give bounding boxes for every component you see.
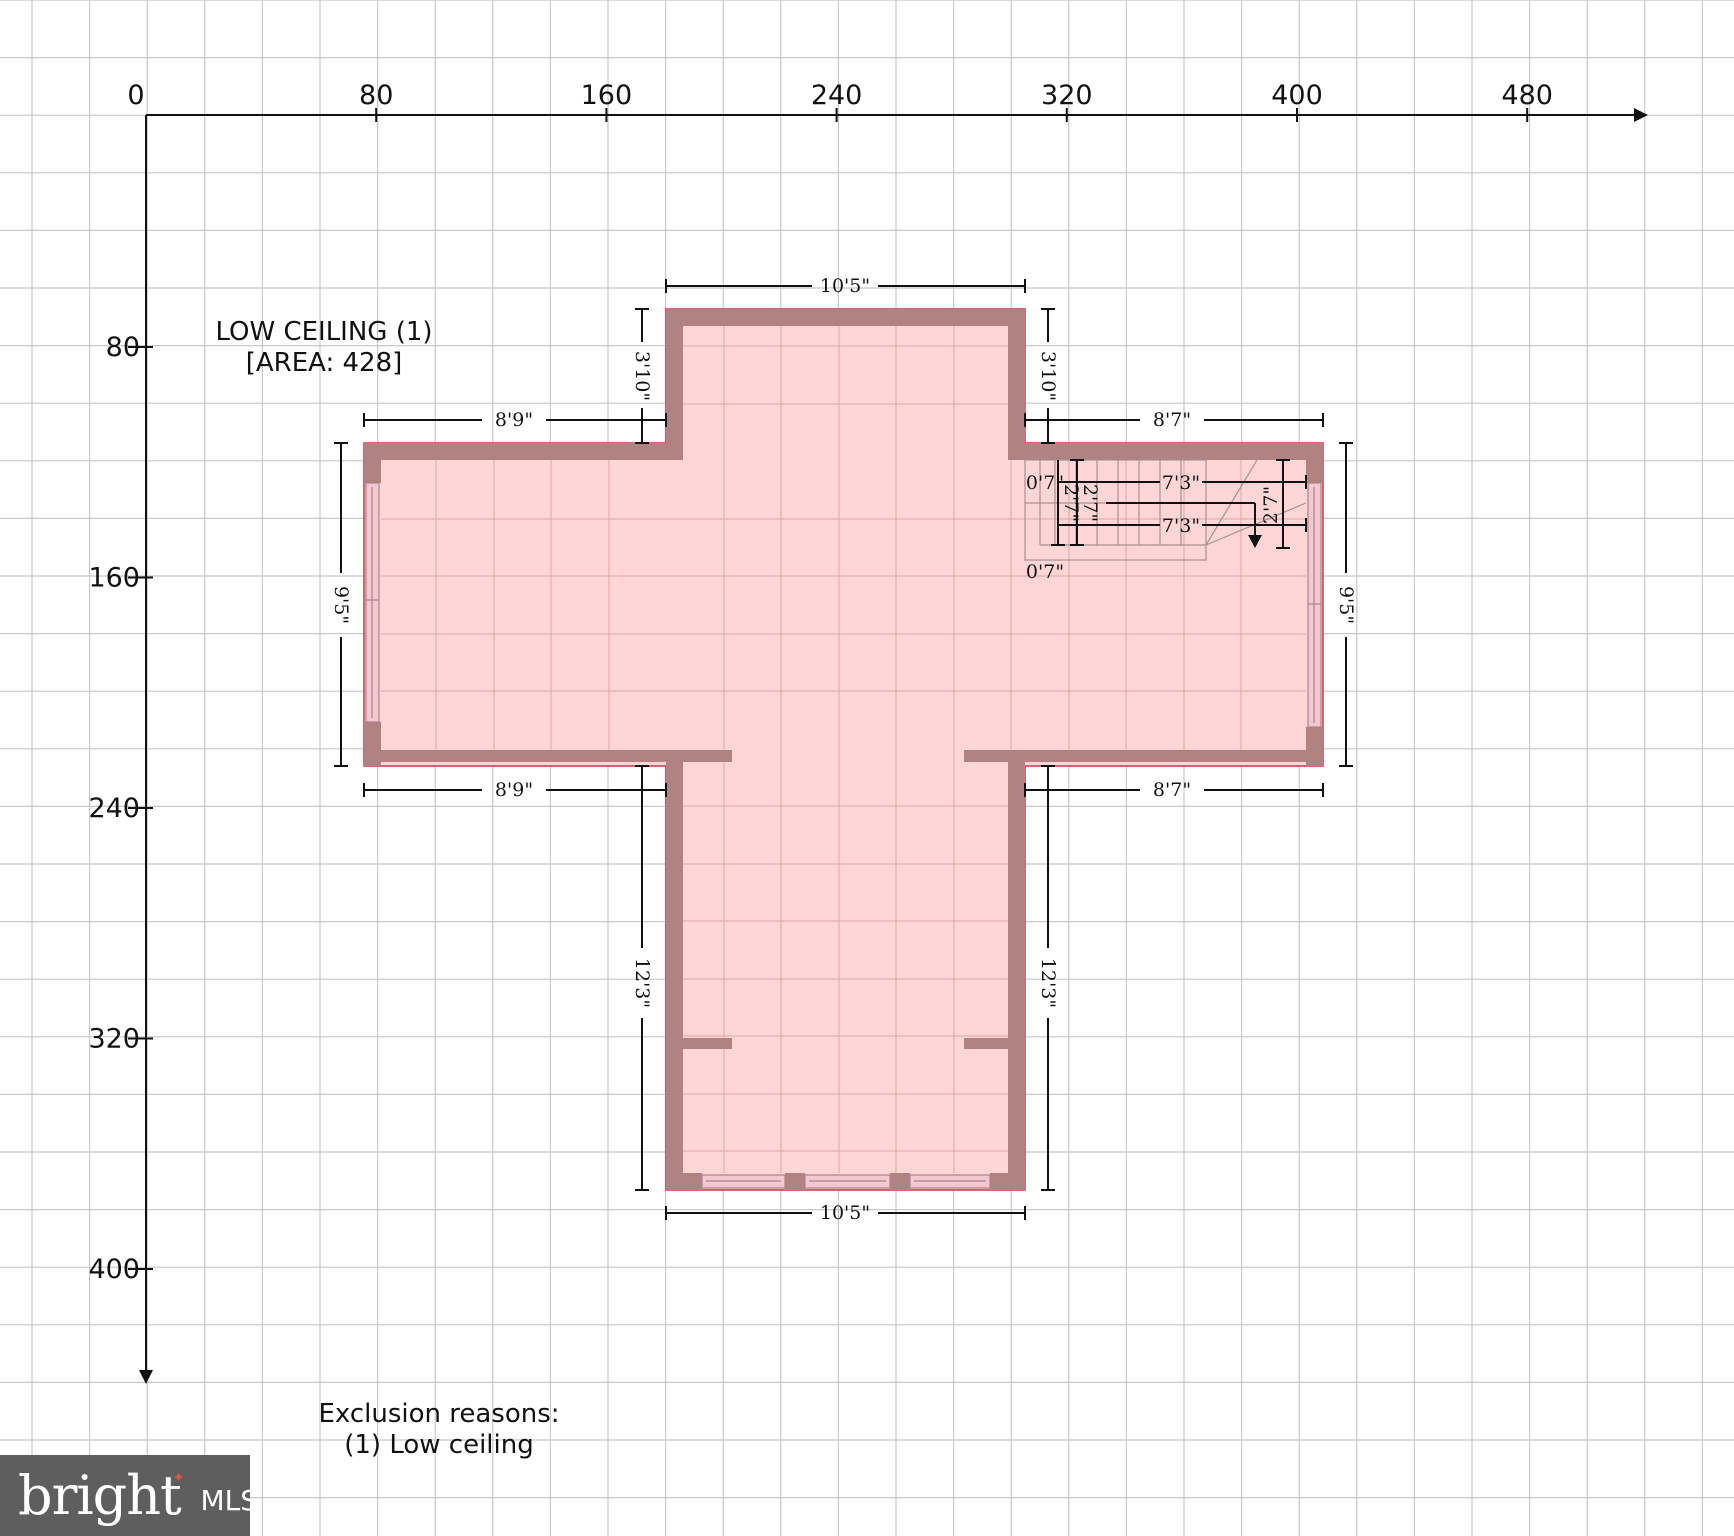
dim-lower-left-height: 12'3" bbox=[631, 958, 653, 1008]
wall-right-top bbox=[1008, 443, 1323, 460]
dim-stair-offset-bottom: 0'7" bbox=[1026, 561, 1064, 583]
dim-right-side: 9'5" bbox=[1335, 586, 1357, 624]
wall-partition-left bbox=[683, 1038, 732, 1049]
floor-plan-canvas: 0 80 160 240 320 400 480 80 160 240 320 400 bbox=[0, 0, 1734, 1536]
dim-bottom-width: 10'5" bbox=[820, 1202, 870, 1224]
y-tick-label: 320 bbox=[88, 1024, 140, 1055]
wall-lower-right-vertical bbox=[1008, 750, 1025, 1190]
x-tick-label: 80 bbox=[359, 80, 393, 111]
x-axis-arrow-icon bbox=[1634, 108, 1648, 122]
exclusion-item: (1) Low ceiling bbox=[344, 1430, 534, 1460]
wall-upper-right-vertical bbox=[1008, 309, 1025, 460]
y-axis-ticks: 80 160 240 320 400 bbox=[88, 332, 153, 1285]
dim-stair-offset-top: 0'7" bbox=[1026, 472, 1064, 494]
x-tick-label: 320 bbox=[1041, 80, 1093, 111]
dim-stair-run-2: 7'3" bbox=[1162, 515, 1200, 537]
dim-top-width: 10'5" bbox=[820, 275, 870, 297]
x-tick-label: 160 bbox=[581, 80, 633, 111]
x-tick-label: 240 bbox=[811, 80, 863, 111]
dim-upper-left-height: 3'10" bbox=[631, 351, 653, 401]
dim-stair-width-b: 2'7" bbox=[1079, 484, 1101, 522]
dim-lower-right-height: 12'3" bbox=[1037, 958, 1059, 1008]
wall-bottom-seg-4 bbox=[990, 1173, 1025, 1190]
wall-lower-left-vertical bbox=[666, 750, 683, 1190]
x-tick-label: 0 bbox=[127, 80, 144, 111]
wall-left-top bbox=[364, 443, 683, 460]
y-tick-label: 80 bbox=[106, 332, 140, 363]
floor-plan-stage: 0 80 160 240 320 400 480 80 160 240 320 400 bbox=[0, 0, 1734, 1536]
dim-left-side: 9'5" bbox=[330, 586, 352, 624]
room-name-label: LOW CEILING (1) bbox=[215, 317, 432, 347]
logo-spark-icon: ✦ bbox=[172, 1469, 185, 1485]
wall-partition-right bbox=[964, 1038, 1008, 1049]
y-tick-label: 400 bbox=[88, 1254, 140, 1285]
wall-bottom-seg-3 bbox=[890, 1173, 910, 1190]
dim-stair-width-c: 2'7" bbox=[1260, 486, 1282, 524]
dim-left-top: 8'9" bbox=[495, 409, 533, 431]
wall-top-center bbox=[666, 309, 1025, 326]
logo-word: bright bbox=[18, 1464, 182, 1527]
logo-suffix: MLS bbox=[200, 1484, 258, 1517]
wall-left-side-upper bbox=[364, 443, 381, 483]
floor-area bbox=[363, 308, 1324, 1191]
dim-right-bottom: 8'7" bbox=[1153, 779, 1191, 801]
x-tick-label: 480 bbox=[1501, 80, 1553, 111]
wall-bottom-seg-2 bbox=[785, 1173, 805, 1190]
room-area-label: [AREA: 428] bbox=[246, 348, 403, 378]
wall-right-side-upper bbox=[1306, 443, 1323, 483]
dim-upper-right-height: 3'10" bbox=[1037, 351, 1059, 401]
y-tick-label: 160 bbox=[88, 563, 140, 594]
dim-stair-width-a: 2'7" bbox=[1060, 484, 1082, 522]
y-tick-label: 240 bbox=[88, 793, 140, 824]
wall-upper-left-vertical bbox=[666, 309, 683, 460]
exclusion-title: Exclusion reasons: bbox=[318, 1399, 559, 1429]
bright-mls-logo: bright ✦ MLS bbox=[0, 1455, 258, 1536]
dim-stair-run-1: 7'3" bbox=[1162, 472, 1200, 494]
x-tick-label: 400 bbox=[1271, 80, 1323, 111]
wall-bottom-seg-1 bbox=[666, 1173, 702, 1190]
dim-right-top: 8'7" bbox=[1153, 409, 1191, 431]
dim-left-bottom: 8'9" bbox=[495, 779, 533, 801]
